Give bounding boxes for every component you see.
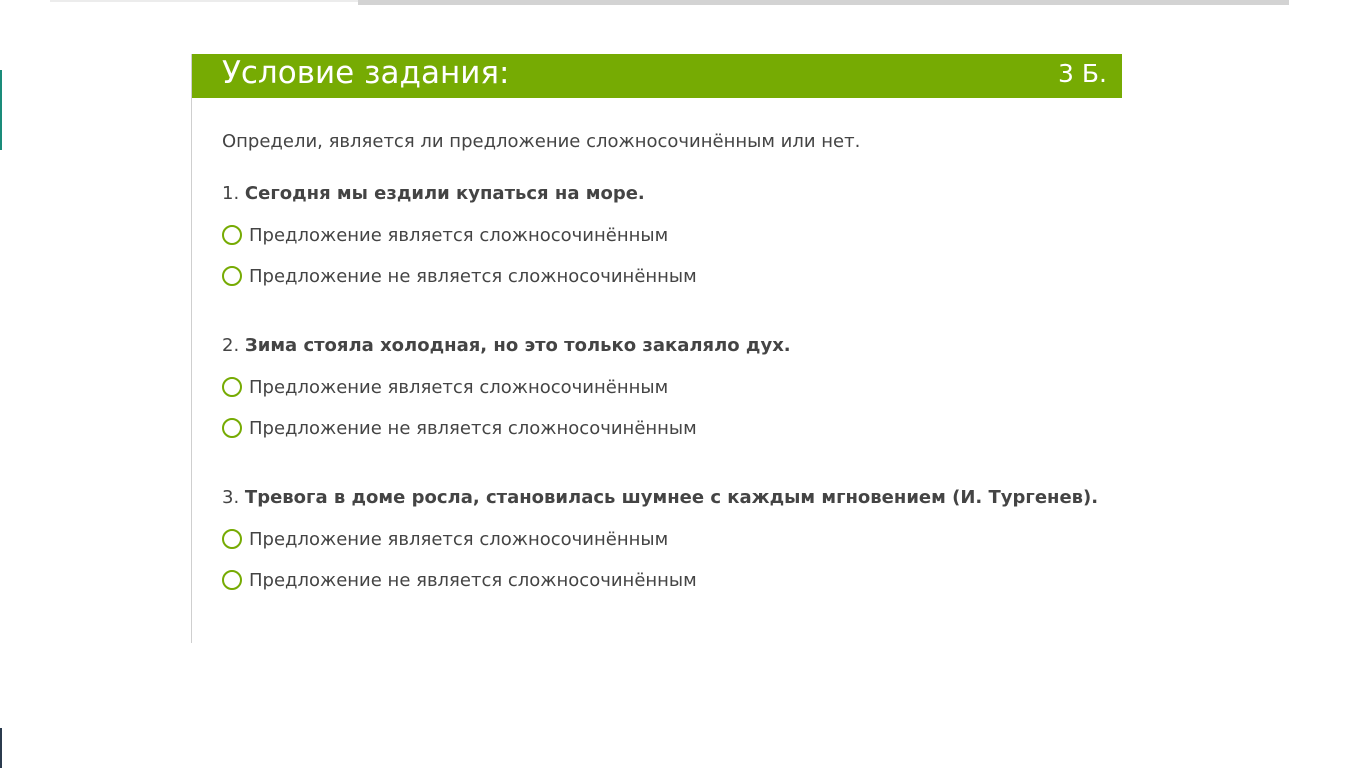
radio-button[interactable]	[222, 377, 242, 397]
question-2-option-yes[interactable]: Предложение является сложносочинённым	[222, 375, 1122, 399]
task-score: 3 Б.	[1058, 58, 1107, 88]
question-2: 2. Зима стояла холодная, но это только з…	[222, 335, 1122, 440]
task-header: Условие задания: 3 Б.	[192, 54, 1122, 98]
left-side-accent	[0, 70, 2, 150]
question-3-option-yes[interactable]: Предложение является сложносочинённым	[222, 527, 1122, 551]
question-3: 3. Тревога в доме росла, становилась шум…	[222, 487, 1122, 592]
question-3-sentence: Тревога в доме росла, становилась шумнее…	[244, 487, 1099, 508]
question-1-number: 1.	[222, 183, 240, 204]
radio-button[interactable]	[222, 266, 242, 286]
option-label: Предложение не является сложносочинённым	[249, 569, 697, 591]
question-1: 1. Сегодня мы ездили купаться на море. П…	[222, 183, 1122, 288]
top-scroll-indicator-light	[50, 0, 358, 2]
question-3-option-no[interactable]: Предложение не является сложносочинённым	[222, 568, 1122, 592]
radio-button[interactable]	[222, 225, 242, 245]
option-label: Предложение не является сложносочинённым	[249, 265, 697, 287]
task-title: Условие задания:	[222, 54, 510, 91]
left-side-accent-bottom	[0, 728, 2, 768]
question-3-number: 3.	[222, 487, 240, 508]
question-1-text: 1. Сегодня мы ездили купаться на море.	[222, 183, 1122, 204]
option-label: Предложение является сложносочинённым	[249, 528, 669, 550]
radio-button[interactable]	[222, 570, 242, 590]
radio-button[interactable]	[222, 418, 242, 438]
question-1-option-yes[interactable]: Предложение является сложносочинённым	[222, 223, 1122, 247]
question-2-option-no[interactable]: Предложение не является сложносочинённым	[222, 416, 1122, 440]
question-3-text: 3. Тревога в доме росла, становилась шум…	[222, 487, 1122, 508]
question-2-sentence: Зима стояла холодная, но это только зака…	[244, 335, 791, 356]
task-card: Условие задания: 3 Б. Определи, является…	[191, 54, 1122, 643]
task-body: Определи, является ли предложение сложно…	[192, 98, 1122, 592]
task-instruction: Определи, является ли предложение сложно…	[222, 131, 861, 152]
question-1-sentence: Сегодня мы ездили купаться на море.	[244, 183, 645, 204]
option-label: Предложение не является сложносочинённым	[249, 417, 697, 439]
radio-button[interactable]	[222, 529, 242, 549]
question-1-option-no[interactable]: Предложение не является сложносочинённым	[222, 264, 1122, 288]
question-2-text: 2. Зима стояла холодная, но это только з…	[222, 335, 1122, 356]
top-scroll-indicator	[358, 0, 1289, 5]
question-2-number: 2.	[222, 335, 240, 356]
option-label: Предложение является сложносочинённым	[249, 224, 669, 246]
option-label: Предложение является сложносочинённым	[249, 376, 669, 398]
